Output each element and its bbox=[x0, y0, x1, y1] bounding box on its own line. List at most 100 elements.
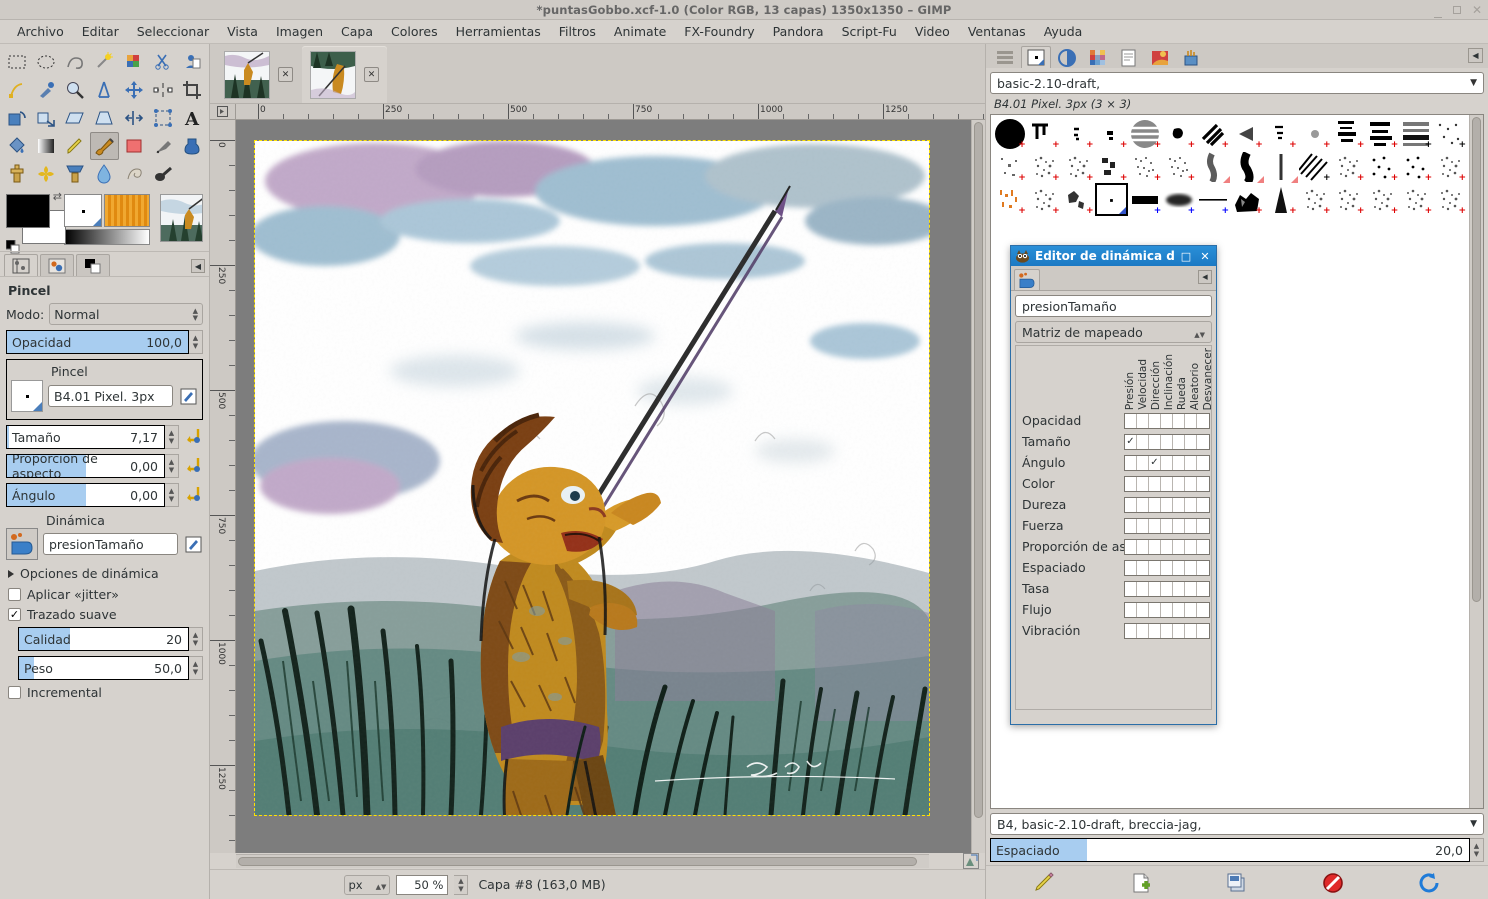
airbrush-tool[interactable] bbox=[148, 132, 177, 160]
menu-pandora[interactable]: Pandora bbox=[764, 21, 833, 42]
aspect-slider[interactable]: Proporción de aspecto 0,00 bbox=[6, 454, 165, 478]
brush-cell[interactable]: + bbox=[1298, 117, 1332, 150]
brush-cell[interactable] bbox=[1196, 150, 1230, 183]
matrix-checkbox[interactable] bbox=[1125, 581, 1137, 596]
brush-cell[interactable]: + bbox=[1433, 183, 1467, 216]
scrollbar-thumb[interactable] bbox=[974, 122, 983, 819]
matrix-checkbox[interactable] bbox=[1173, 623, 1185, 638]
rotate-tool[interactable] bbox=[2, 104, 31, 132]
matrix-checkbox[interactable]: ✓ bbox=[1125, 434, 1137, 449]
brush-cell[interactable]: + bbox=[1061, 117, 1095, 150]
matrix-checkbox[interactable] bbox=[1197, 519, 1209, 533]
matrix-checkbox[interactable] bbox=[1137, 476, 1149, 491]
paintbrush-tool[interactable] bbox=[89, 132, 120, 160]
tab-gradients[interactable] bbox=[1145, 46, 1175, 68]
tab-brushes[interactable] bbox=[1021, 46, 1051, 68]
mapping-matrix-select[interactable]: Matriz de mapeado ▲▼ bbox=[1015, 321, 1212, 343]
matrix-checkbox[interactable] bbox=[1185, 476, 1197, 491]
chevron-down-icon[interactable]: ▼ bbox=[1470, 78, 1477, 88]
heal-tool[interactable] bbox=[31, 160, 60, 188]
unit-select[interactable]: px ▲▼ bbox=[344, 874, 391, 895]
vertical-ruler[interactable]: 0 250 500 750 1000 1250 bbox=[210, 120, 236, 853]
brush-cell[interactable]: + bbox=[1399, 183, 1433, 216]
incremental-checkbox-row[interactable]: Incremental bbox=[8, 685, 203, 700]
perspective-tool[interactable] bbox=[90, 104, 119, 132]
ellipse-select-tool[interactable] bbox=[31, 48, 60, 76]
dynamics-name-field[interactable]: presionTamaño bbox=[43, 533, 178, 555]
matrix-checkbox[interactable] bbox=[1161, 539, 1173, 554]
crop-tool[interactable] bbox=[178, 76, 207, 104]
matrix-checkbox[interactable] bbox=[1173, 413, 1185, 428]
matrix-checkbox[interactable] bbox=[1173, 539, 1185, 554]
menu-imagen[interactable]: Imagen bbox=[267, 21, 332, 42]
brush-cell[interactable]: + bbox=[1162, 150, 1196, 183]
brush-cell[interactable] bbox=[1094, 183, 1129, 216]
zoom-field[interactable]: 50 % bbox=[396, 874, 449, 895]
matrix-checkbox[interactable] bbox=[1173, 602, 1185, 617]
matrix-checkbox[interactable] bbox=[1185, 518, 1197, 533]
text-tool[interactable]: A bbox=[178, 104, 207, 132]
menu-ventanas[interactable]: Ventanas bbox=[959, 21, 1035, 42]
spacing-slider[interactable]: Espaciado 20,0 bbox=[990, 838, 1470, 862]
matrix-checkbox[interactable] bbox=[1137, 455, 1149, 470]
matrix-checkbox[interactable] bbox=[1149, 560, 1161, 575]
matrix-checkbox[interactable] bbox=[1137, 539, 1149, 554]
matrix-checkbox[interactable] bbox=[1197, 456, 1209, 470]
tab-brushes-list[interactable] bbox=[990, 46, 1020, 68]
angle-slider[interactable]: Ángulo 0,00 bbox=[6, 483, 165, 507]
ruler-corner-menu-icon[interactable] bbox=[210, 104, 236, 120]
matrix-checkbox[interactable] bbox=[1149, 413, 1161, 428]
matrix-checkbox[interactable] bbox=[1137, 581, 1149, 596]
matrix-checkbox[interactable] bbox=[1197, 582, 1209, 596]
opacity-slider[interactable]: Opacidad 100,0 bbox=[6, 330, 189, 354]
brush-cell[interactable]: + bbox=[1027, 117, 1061, 150]
fuzzy-select-tool[interactable] bbox=[90, 48, 119, 76]
scale-tool[interactable] bbox=[31, 104, 60, 132]
menu-archivo[interactable]: Archivo bbox=[8, 21, 73, 42]
scrollbar-thumb[interactable] bbox=[238, 857, 918, 866]
matrix-checkbox[interactable] bbox=[1185, 623, 1197, 638]
matrix-checkbox[interactable] bbox=[1173, 581, 1185, 596]
menu-colores[interactable]: Colores bbox=[382, 21, 447, 42]
tab-dynamics-editor[interactable] bbox=[1014, 269, 1040, 290]
brush-cell[interactable]: + bbox=[1264, 117, 1298, 150]
zoom-tool[interactable] bbox=[61, 76, 90, 104]
clone-tool[interactable] bbox=[2, 160, 31, 188]
bucket-fill-tool[interactable] bbox=[2, 132, 31, 160]
matrix-checkbox[interactable] bbox=[1125, 560, 1137, 575]
brush-tag-filter[interactable]: basic-2.10-draft, ▼ bbox=[990, 72, 1484, 94]
matrix-checkbox[interactable] bbox=[1173, 497, 1185, 512]
matrix-checkbox[interactable] bbox=[1161, 560, 1173, 575]
dynamics-preview[interactable] bbox=[6, 528, 38, 560]
brush-cell[interactable]: + bbox=[1128, 150, 1162, 183]
matrix-checkbox[interactable] bbox=[1125, 602, 1137, 617]
menu-fx-foundry[interactable]: FX-Foundry bbox=[675, 21, 763, 42]
tab-patterns[interactable] bbox=[1052, 46, 1082, 68]
matrix-checkbox[interactable] bbox=[1125, 455, 1137, 470]
eraser-tool[interactable] bbox=[119, 132, 148, 160]
matrix-checkbox[interactable] bbox=[1185, 413, 1197, 428]
brush-cell[interactable]: + bbox=[1095, 150, 1129, 183]
brush-cell[interactable]: + bbox=[1365, 117, 1399, 150]
matrix-checkbox[interactable] bbox=[1185, 560, 1197, 575]
menu-editar[interactable]: Editar bbox=[73, 21, 128, 42]
flip-tool[interactable] bbox=[119, 104, 148, 132]
paths-tool[interactable] bbox=[2, 76, 31, 104]
matrix-checkbox[interactable] bbox=[1137, 434, 1149, 449]
brush-cell[interactable]: + bbox=[1128, 183, 1162, 216]
matrix-checkbox[interactable] bbox=[1197, 498, 1209, 512]
matrix-checkbox[interactable] bbox=[1161, 413, 1173, 428]
brush-cell[interactable]: + bbox=[1230, 183, 1264, 216]
canvas-vertical-scrollbar[interactable] bbox=[971, 120, 985, 853]
matrix-checkbox[interactable] bbox=[1149, 539, 1161, 554]
tab-tool-options[interactable] bbox=[4, 254, 38, 276]
matrix-checkbox[interactable] bbox=[1197, 561, 1209, 575]
matrix-checkbox[interactable] bbox=[1137, 602, 1149, 617]
matrix-checkbox[interactable] bbox=[1161, 623, 1173, 638]
tab-tool-presets[interactable] bbox=[1176, 46, 1206, 68]
matrix-checkbox[interactable] bbox=[1185, 539, 1197, 554]
menu-filtros[interactable]: Filtros bbox=[550, 21, 605, 42]
brush-name-field[interactable]: B4.01 Pixel. 3px bbox=[48, 385, 173, 407]
brush-cell[interactable] bbox=[1264, 150, 1298, 183]
active-brush-indicator[interactable] bbox=[63, 194, 102, 227]
